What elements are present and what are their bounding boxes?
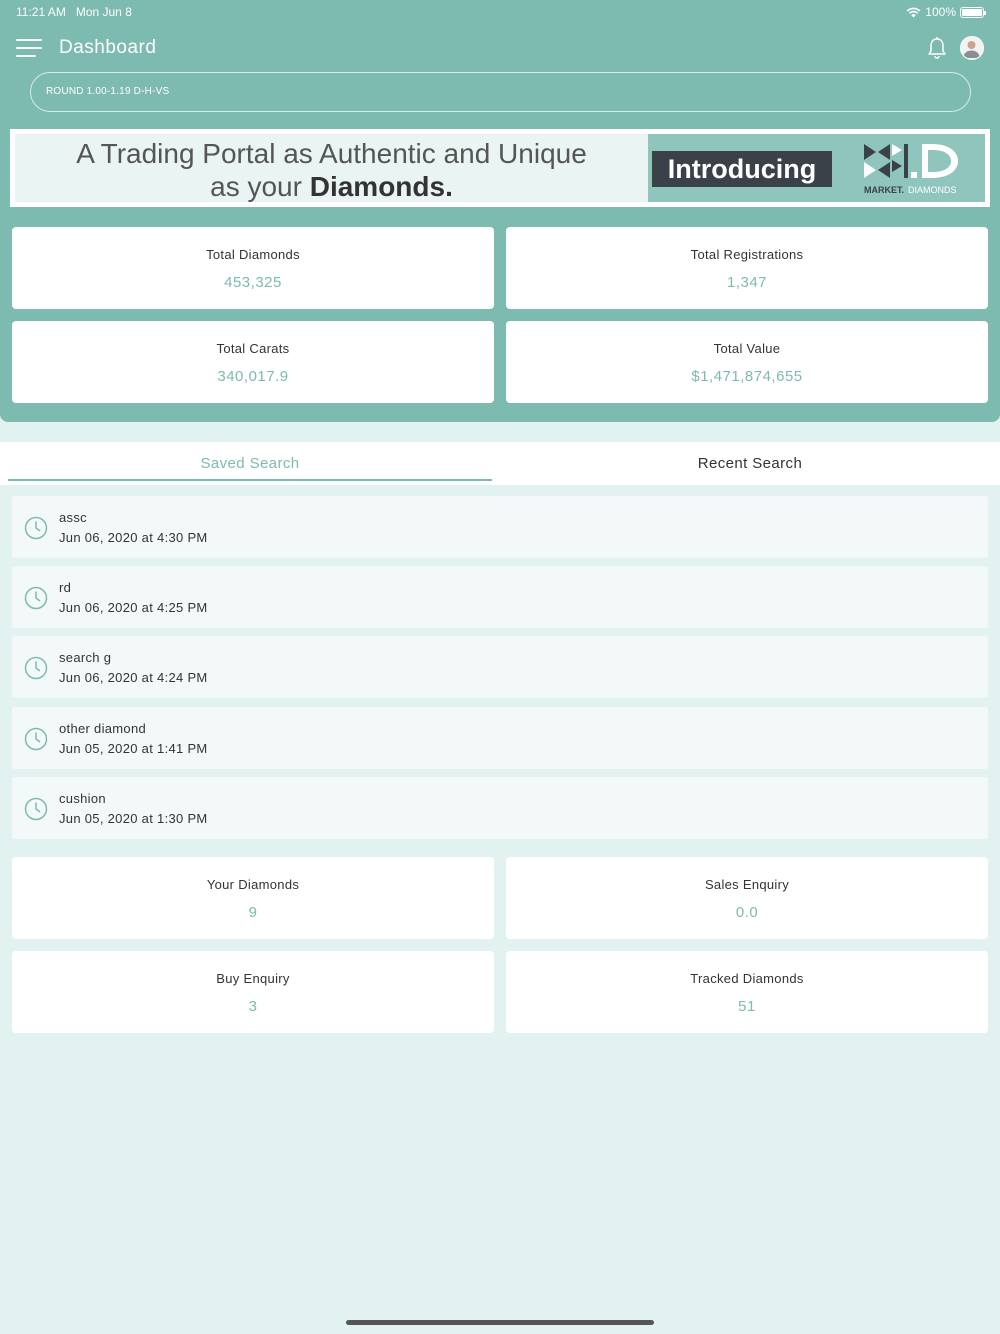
list-item[interactable]: cushion Jun 05, 2020 at 1:30 PM	[12, 777, 988, 839]
list-item[interactable]: search g Jun 06, 2020 at 4:24 PM	[12, 636, 988, 698]
hamburger-menu-icon[interactable]	[16, 39, 42, 57]
clock-icon	[24, 797, 48, 821]
saved-search-name: search g	[59, 650, 112, 665]
stat-value: 453,325	[224, 274, 282, 291]
stat-label: Buy Enquiry	[216, 971, 290, 986]
stat-label: Total Diamonds	[206, 247, 300, 262]
stat-card-tracked-diamonds[interactable]: Tracked Diamonds 51	[506, 951, 988, 1033]
list-item[interactable]: rd Jun 06, 2020 at 4:25 PM	[12, 566, 988, 628]
svg-text:MARKET.: MARKET.	[864, 185, 904, 195]
saved-search-date: Jun 06, 2020 at 4:25 PM	[59, 600, 208, 615]
stat-card-total-value[interactable]: Total Value $1,471,874,655	[506, 321, 988, 403]
stat-label: Tracked Diamonds	[690, 971, 804, 986]
saved-search-name: rd	[59, 580, 72, 595]
clock-icon	[24, 586, 48, 610]
status-time: 11:21 AM Mon Jun 8	[16, 5, 132, 19]
tab-saved-search[interactable]: Saved Search	[8, 442, 492, 481]
clock-icon	[24, 727, 48, 751]
saved-search-date: Jun 06, 2020 at 4:24 PM	[59, 670, 208, 685]
stat-value: 340,017.9	[217, 368, 289, 385]
status-bar: 11:21 AM Mon Jun 8 100%	[0, 0, 1000, 24]
list-item[interactable]: assc Jun 06, 2020 at 4:30 PM	[12, 496, 988, 558]
stat-label: Sales Enquiry	[704, 877, 790, 892]
promo-banner[interactable]: A Trading Portal as Authentic and Unique…	[10, 129, 990, 207]
home-indicator[interactable]	[346, 1320, 654, 1325]
app-header: Dashboard	[0, 32, 1000, 66]
stat-value: 0.0	[735, 904, 759, 921]
wifi-icon	[906, 7, 921, 17]
stat-card-total-carats[interactable]: Total Carats 340,017.9	[12, 321, 494, 403]
tab-recent-search[interactable]: Recent Search	[500, 442, 1000, 485]
stat-card-sales-enquiry[interactable]: Sales Enquiry 0.0	[506, 857, 988, 939]
saved-search-date: Jun 05, 2020 at 1:41 PM	[59, 741, 208, 756]
status-indicators: 100%	[906, 5, 986, 19]
stat-value: 1,347	[726, 274, 768, 291]
stat-card-total-registrations[interactable]: Total Registrations 1,347	[506, 227, 988, 309]
stat-label: Your Diamonds	[206, 877, 300, 892]
stat-value: $1,471,874,655	[691, 368, 803, 385]
stat-card-buy-enquiry[interactable]: Buy Enquiry 3	[12, 951, 494, 1033]
banner-intro-label: Introducing	[652, 151, 832, 187]
battery-icon	[960, 6, 986, 18]
avatar[interactable]	[960, 36, 984, 60]
search-tabs: Saved Search Recent Search	[0, 442, 1000, 485]
bell-icon[interactable]	[926, 36, 948, 60]
stat-value: 3	[248, 998, 258, 1015]
banner-brand-area: Introducing MARKET. DIAMONDS	[648, 134, 985, 202]
user-avatar-icon	[963, 41, 980, 58]
saved-search-name: cushion	[59, 791, 106, 806]
stat-value: 9	[248, 904, 258, 921]
stat-label: Total Value	[713, 341, 781, 356]
stat-card-total-diamonds[interactable]: Total Diamonds 453,325	[12, 227, 494, 309]
banner-tagline: A Trading Portal as Authentic and Unique…	[15, 134, 648, 202]
battery-percent: 100%	[925, 5, 956, 19]
saved-search-name: assc	[59, 510, 87, 525]
market-diamonds-logo: MARKET. DIAMONDS	[864, 144, 958, 195]
clock-icon	[24, 516, 48, 540]
saved-search-name: other diamond	[59, 721, 147, 736]
search-input[interactable]: ROUND 1.00-1.19 D-H-VS	[30, 72, 971, 112]
saved-search-date: Jun 05, 2020 at 1:30 PM	[59, 811, 208, 826]
list-item[interactable]: other diamond Jun 05, 2020 at 1:41 PM	[12, 707, 988, 769]
stat-value: 51	[738, 998, 756, 1015]
page-title: Dashboard	[59, 37, 157, 58]
stat-card-your-diamonds[interactable]: Your Diamonds 9	[12, 857, 494, 939]
stat-label: Total Registrations	[690, 247, 804, 262]
stat-label: Total Carats	[216, 341, 290, 356]
svg-text:DIAMONDS: DIAMONDS	[908, 185, 957, 195]
clock-icon	[24, 656, 48, 680]
saved-search-date: Jun 06, 2020 at 4:30 PM	[59, 530, 208, 545]
